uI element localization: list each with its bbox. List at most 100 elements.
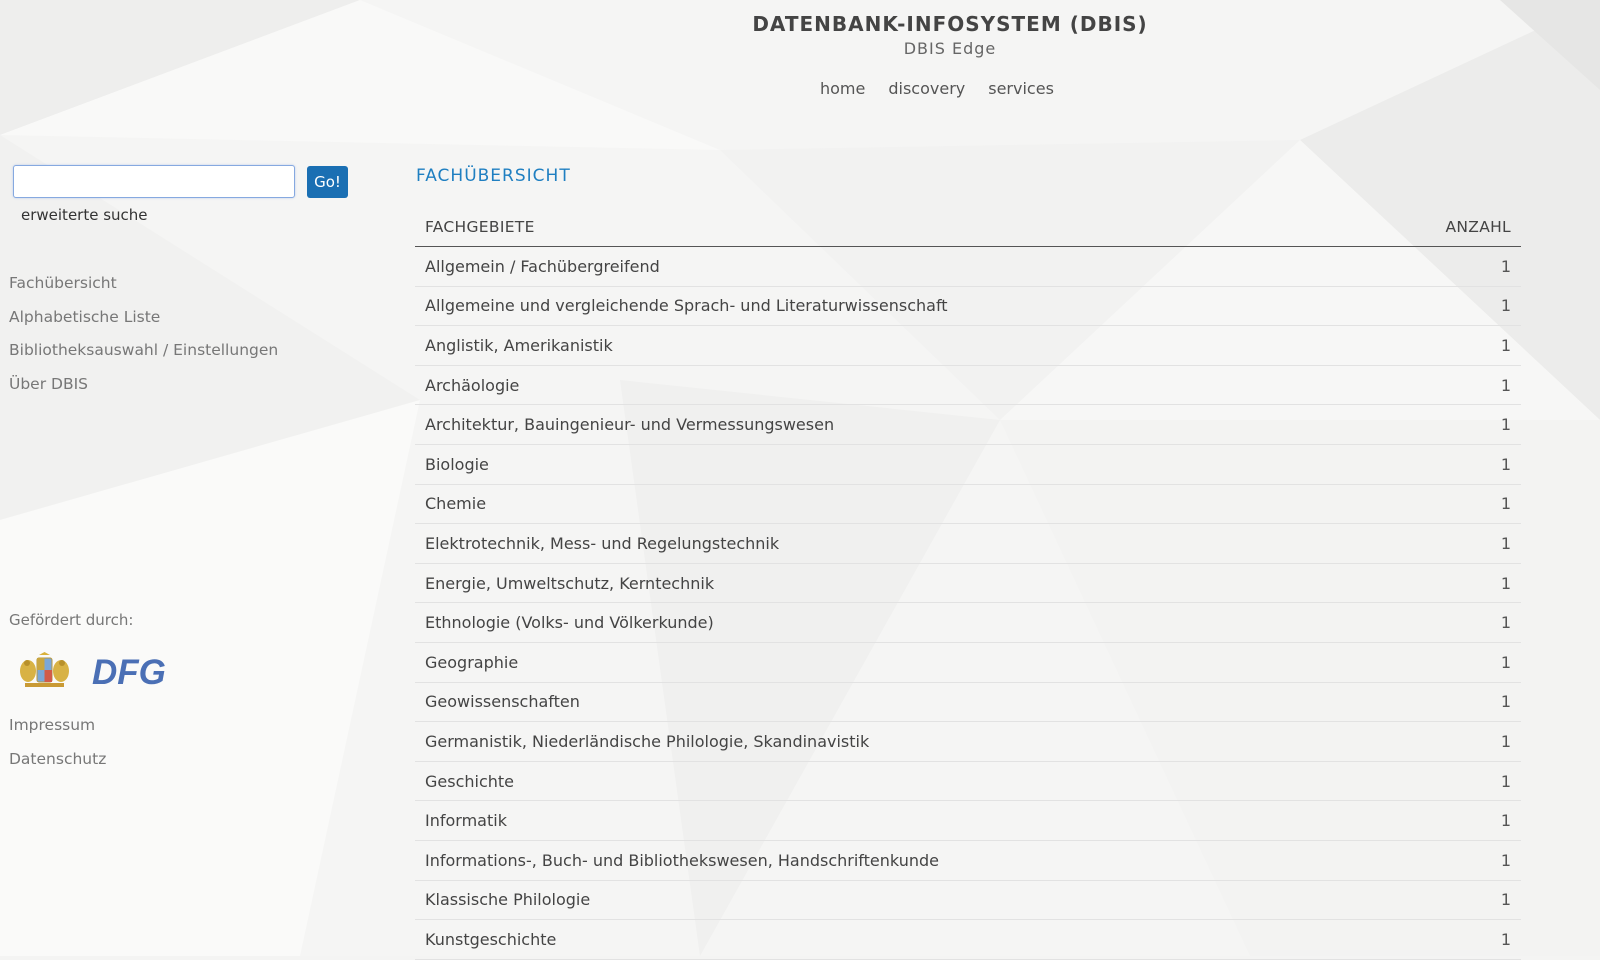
count-cell: 1 [1370, 880, 1521, 921]
subject-cell: Geographie [415, 642, 1371, 683]
sidebar-item-ueber-dbis: Über DBIS [9, 375, 278, 409]
count-cell: 1 [1370, 761, 1521, 802]
sidebar-link[interactable]: Über DBIS [9, 375, 88, 393]
count-cell: 1 [1370, 642, 1521, 683]
subject-cell: Germanistik, Niederländische Philologie,… [415, 721, 1371, 762]
count-cell: 1 [1370, 484, 1521, 525]
table-row: Geowissenschaften 1 [415, 682, 1521, 723]
subject-cell: Archäologie [415, 365, 1371, 406]
table-row: Architektur, Bauingenieur- und Vermessun… [415, 404, 1521, 445]
count-cell: 1 [1370, 286, 1521, 327]
count-cell: 1 [1370, 365, 1521, 406]
subject-cell: Klassische Philologie [415, 880, 1371, 921]
table-row: Allgemein / Fachübergreifend 1 [415, 246, 1521, 287]
column-header-subjects: FACHGEBIETE [415, 207, 1371, 247]
dfg-logo[interactable]: DFG [92, 654, 172, 688]
subject-cell: Chemie [415, 484, 1371, 525]
table-row: Germanistik, Niederländische Philologie,… [415, 721, 1521, 762]
table-row: Elektrotechnik, Mess- und Regelungstechn… [415, 523, 1521, 564]
section-title: FACHÜBERSICHT [416, 166, 571, 186]
table-row: Allgemeine und vergleichende Sprach- und… [415, 286, 1521, 327]
subject-link[interactable]: Archäologie [425, 376, 519, 395]
subject-cell: Biologie [415, 444, 1371, 485]
sidebar-link[interactable]: Alphabetische Liste [9, 308, 160, 326]
count-cell: 1 [1370, 325, 1521, 366]
nav-services[interactable]: services [988, 79, 1054, 98]
subject-cell: Geschichte [415, 761, 1371, 802]
count-cell: 1 [1370, 404, 1521, 445]
count-cell: 1 [1370, 602, 1521, 643]
count-cell: 1 [1370, 246, 1521, 287]
subject-link[interactable]: Geowissenschaften [425, 692, 580, 711]
search-input[interactable] [13, 165, 295, 198]
table-row: Anglistik, Amerikanistik 1 [415, 325, 1521, 366]
table-row: Klassische Philologie 1 [415, 880, 1521, 921]
count-cell: 1 [1370, 919, 1521, 960]
subject-cell: Informations-, Buch- und Bibliothekswese… [415, 840, 1371, 881]
subject-link[interactable]: Biologie [425, 455, 489, 474]
subject-cell: Kunstgeschichte [415, 919, 1371, 960]
subject-link[interactable]: Informations-, Buch- und Bibliothekswese… [425, 851, 939, 870]
table-row: Geographie 1 [415, 642, 1521, 683]
count-cell: 1 [1370, 682, 1521, 723]
sidebar-nav: Fachübersicht Alphabetische Liste Biblio… [9, 274, 278, 408]
table-row: Kunstgeschichte 1 [415, 919, 1521, 960]
subject-link[interactable]: Klassische Philologie [425, 890, 590, 909]
subject-link[interactable]: Geschichte [425, 772, 514, 791]
subject-cell: Architektur, Bauingenieur- und Vermessun… [415, 404, 1371, 445]
go-button[interactable]: Go! [307, 166, 348, 198]
table-body: Allgemein / Fachübergreifend 1 Allgemeine … [415, 246, 1521, 960]
column-header-count: ANZAHL [1370, 207, 1521, 247]
count-cell: 1 [1370, 800, 1521, 841]
subject-cell: Anglistik, Amerikanistik [415, 325, 1371, 366]
sidebar-item-alphabetische-liste: Alphabetische Liste [9, 308, 278, 342]
subject-link[interactable]: Elektrotechnik, Mess- und Regelungstechn… [425, 534, 779, 553]
subject-cell: Ethnologie (Volks- und Völkerkunde) [415, 602, 1371, 643]
subject-link[interactable]: Kunstgeschichte [425, 930, 556, 949]
subject-link[interactable]: Informatik [425, 811, 507, 830]
subject-cell: Energie, Umweltschutz, Kerntechnik [415, 563, 1371, 604]
subject-cell: Allgemeine und vergleichende Sprach- und… [415, 286, 1371, 327]
site-title: DATENBANK-INFOSYSTEM (DBIS) [752, 12, 1148, 36]
count-cell: 1 [1370, 721, 1521, 762]
sidebar-link[interactable]: Bibliotheksauswahl / Einstellungen [9, 341, 278, 359]
subject-link[interactable]: Chemie [425, 494, 486, 513]
subject-link[interactable]: Allgemeine und vergleichende Sprach- und… [425, 296, 948, 315]
dfg-logo-text: DFG [92, 654, 166, 688]
page-root: DATENBANK-INFOSYSTEM (DBIS) DBIS Edge ho… [0, 0, 1600, 960]
count-cell: 1 [1370, 840, 1521, 881]
sidebar-link[interactable]: Fachübersicht [9, 274, 117, 292]
subject-link[interactable]: Architektur, Bauingenieur- und Vermessun… [425, 415, 834, 434]
subject-cell: Allgemein / Fachübergreifend [415, 246, 1371, 287]
count-cell: 1 [1370, 444, 1521, 485]
site-subtitle: DBIS Edge [903, 39, 997, 58]
bavarian-coat-of-arms-icon[interactable] [17, 652, 72, 690]
table-row: Chemie 1 [415, 484, 1521, 525]
table-row: Ethnologie (Volks- und Völkerkunde) 1 [415, 602, 1521, 643]
subject-link[interactable]: Geographie [425, 653, 518, 672]
subject-link[interactable]: Germanistik, Niederländische Philologie,… [425, 732, 869, 751]
subject-link[interactable]: Anglistik, Amerikanistik [425, 336, 613, 355]
subject-cell: Informatik [415, 800, 1371, 841]
nav-discovery[interactable]: discovery [888, 79, 965, 98]
table-row: Informatik 1 [415, 800, 1521, 841]
subject-link[interactable]: Energie, Umweltschutz, Kerntechnik [425, 574, 714, 593]
advanced-search-link[interactable]: erweiterte suche [21, 206, 148, 224]
table-row: Biologie 1 [415, 444, 1521, 485]
subject-link[interactable]: Ethnologie (Volks- und Völkerkunde) [425, 613, 714, 632]
main-nav: home discovery services [820, 79, 1054, 98]
subject-link[interactable]: Allgemein / Fachübergreifend [425, 257, 660, 276]
count-cell: 1 [1370, 563, 1521, 604]
table-row: Informations-, Buch- und Bibliothekswese… [415, 840, 1521, 881]
footer-link[interactable]: Datenschutz [9, 750, 106, 768]
nav-home[interactable]: home [820, 79, 865, 98]
footer-item-datenschutz: Datenschutz [9, 750, 106, 784]
table-row: Energie, Umweltschutz, Kerntechnik 1 [415, 563, 1521, 604]
footer-link[interactable]: Impressum [9, 716, 95, 734]
table-row: Geschichte 1 [415, 761, 1521, 802]
count-cell: 1 [1370, 523, 1521, 564]
subject-table: FACHGEBIETE ANZAHL Allgemein / Fachüberg… [415, 207, 1521, 960]
table-header-row: FACHGEBIETE ANZAHL [415, 207, 1521, 247]
sidebar-item-fachuebersicht: Fachübersicht [9, 274, 278, 308]
subject-cell: Geowissenschaften [415, 682, 1371, 723]
